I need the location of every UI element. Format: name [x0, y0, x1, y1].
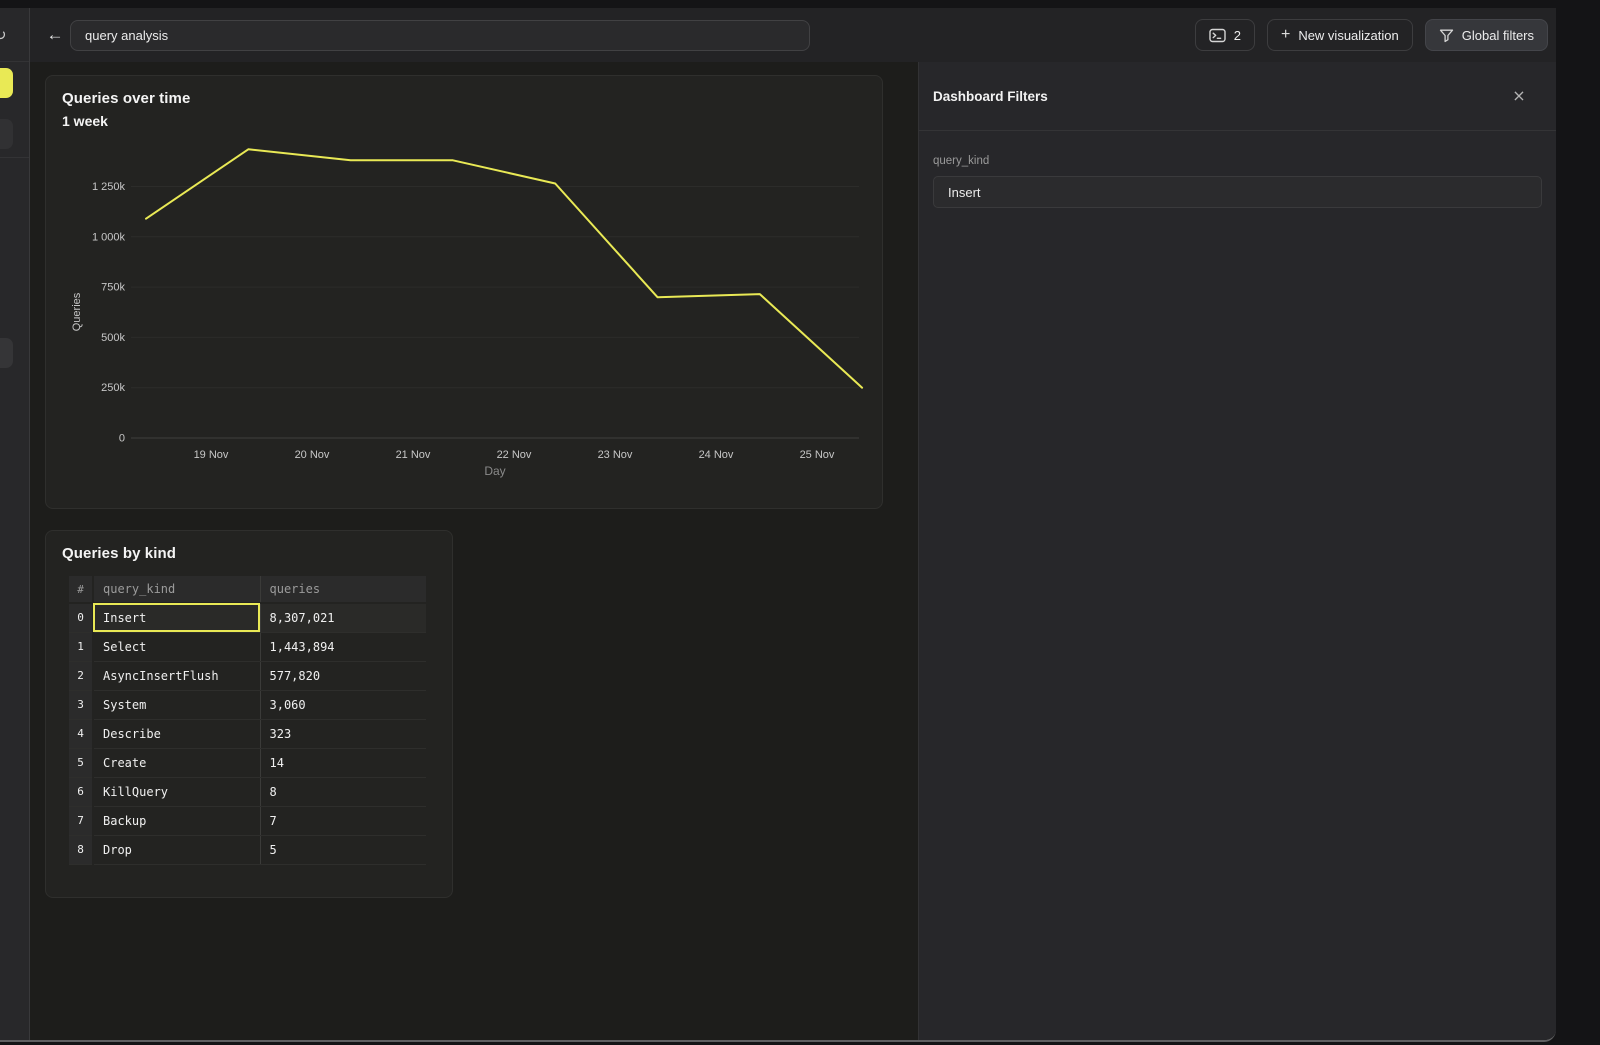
- refresh-icon[interactable]: ↻: [0, 26, 7, 44]
- new-visualization-label: New visualization: [1298, 28, 1398, 43]
- dashboard-canvas: Queries over time 1 week 0 250k 500k 750k 1 …: [30, 62, 918, 1040]
- svg-text:250k: 250k: [101, 382, 125, 394]
- table-row: 4Describe323: [69, 719, 426, 748]
- queries-over-time-chart: 0 250k 500k 750k 1 000k 1 250k 19 Nov 20 Nov 21 …: [62, 136, 868, 486]
- svg-text:20 Nov: 20 Nov: [295, 449, 330, 461]
- filters-panel-header: Dashboard Filters ×: [919, 62, 1556, 131]
- queries-value-cell[interactable]: 14: [260, 748, 426, 777]
- new-visualization-button[interactable]: + New visualization: [1267, 19, 1413, 51]
- console-count-button[interactable]: 2: [1195, 19, 1255, 51]
- queries-value-cell[interactable]: 323: [260, 719, 426, 748]
- sidebar-divider: [0, 157, 29, 158]
- app-window: ↻ ← 2: [0, 8, 1556, 1042]
- svg-text:Queries: Queries: [71, 292, 83, 331]
- queries-value-cell[interactable]: 5: [260, 835, 426, 864]
- topbar-actions: 2 + New visualization Global filters: [1195, 19, 1548, 51]
- svg-text:Day: Day: [484, 464, 505, 478]
- svg-text:19 Nov: 19 Nov: [194, 449, 229, 461]
- svg-text:23 Nov: 23 Nov: [598, 449, 633, 461]
- row-index-cell: 3: [69, 690, 93, 719]
- table-row: 7Backup7: [69, 806, 426, 835]
- table-row: 6KillQuery8: [69, 777, 426, 806]
- row-index-cell: 0: [69, 603, 93, 632]
- query-kind-cell[interactable]: Select: [93, 632, 260, 661]
- queries-table-body: 0Insert8,307,0211Select1,443,8942AsyncIn…: [69, 603, 426, 864]
- queries-value-cell[interactable]: 8,307,021: [260, 603, 426, 632]
- svg-text:750k: 750k: [101, 282, 125, 294]
- sidebar-item[interactable]: [0, 338, 13, 368]
- queries-value-cell[interactable]: 3,060: [260, 690, 426, 719]
- filters-panel-body: query_kind: [919, 131, 1556, 208]
- row-index-cell: 5: [69, 748, 93, 777]
- queries-by-kind-card[interactable]: Queries by kind # query_kind queries 0In: [45, 530, 453, 898]
- svg-text:21 Nov: 21 Nov: [396, 449, 431, 461]
- table-row: 8Drop5: [69, 835, 426, 864]
- dashboard-filters-panel: Dashboard Filters × query_kind: [918, 62, 1556, 1040]
- query-kind-cell[interactable]: KillQuery: [93, 777, 260, 806]
- table-row: 1Select1,443,894: [69, 632, 426, 661]
- sidebar-item[interactable]: [0, 119, 13, 149]
- row-index-cell: 7: [69, 806, 93, 835]
- plus-icon: +: [1281, 27, 1290, 43]
- query-kind-cell[interactable]: Describe: [93, 719, 260, 748]
- query-kind-cell[interactable]: Create: [93, 748, 260, 777]
- queries-value-cell[interactable]: 577,820: [260, 661, 426, 690]
- sidebar: ↻: [0, 8, 30, 1040]
- table-row: 0Insert8,307,021: [69, 603, 426, 632]
- query-kind-cell[interactable]: Drop: [93, 835, 260, 864]
- chart-subtitle: 1 week: [62, 113, 882, 129]
- table-title: Queries by kind: [62, 545, 452, 562]
- queries-by-kind-table: # query_kind queries 0Insert8,307,0211Se…: [69, 576, 426, 865]
- query-kind-cell[interactable]: Backup: [93, 806, 260, 835]
- svg-text:1 000k: 1 000k: [92, 231, 126, 243]
- table-row: 3System3,060: [69, 690, 426, 719]
- header-query-kind[interactable]: query_kind: [93, 576, 260, 603]
- topbar: ← 2 + New visualization: [30, 8, 1556, 62]
- row-index-cell: 8: [69, 835, 93, 864]
- row-index-cell: 6: [69, 777, 93, 806]
- filter-funnel-icon: [1439, 28, 1454, 43]
- table-header-row: # query_kind queries: [69, 576, 426, 603]
- row-index-cell: 2: [69, 661, 93, 690]
- console-icon: [1209, 28, 1226, 43]
- screen-background: ↻ ← 2: [0, 0, 1600, 1045]
- queries-over-time-card[interactable]: Queries over time 1 week 0 250k 500k 750k 1 …: [45, 75, 883, 509]
- query-kind-cell[interactable]: System: [93, 690, 260, 719]
- chart-title: Queries over time: [62, 90, 882, 107]
- svg-text:24 Nov: 24 Nov: [699, 449, 734, 461]
- header-index: #: [69, 576, 93, 603]
- main-column: ← 2 + New visualization: [30, 8, 1556, 1040]
- table-row: 2AsyncInsertFlush577,820: [69, 661, 426, 690]
- svg-text:1 250k: 1 250k: [92, 181, 126, 193]
- queries-value-cell[interactable]: 1,443,894: [260, 632, 426, 661]
- console-count: 2: [1234, 28, 1241, 43]
- global-filters-button[interactable]: Global filters: [1425, 19, 1548, 51]
- svg-text:25 Nov: 25 Nov: [800, 449, 835, 461]
- query-kind-filter-input[interactable]: [933, 176, 1542, 208]
- row-index-cell: 1: [69, 632, 93, 661]
- close-icon[interactable]: ×: [1508, 85, 1530, 107]
- back-button[interactable]: ←: [40, 25, 70, 45]
- global-filters-label: Global filters: [1462, 28, 1534, 43]
- query-kind-cell[interactable]: Insert: [93, 603, 260, 632]
- sidebar-top: ↻: [0, 8, 29, 62]
- table-row: 5Create14: [69, 748, 426, 777]
- svg-text:22 Nov: 22 Nov: [497, 449, 532, 461]
- body-row: Queries over time 1 week 0 250k 500k 750k 1 …: [30, 62, 1556, 1040]
- sidebar-item-active[interactable]: [0, 68, 13, 98]
- filter-field-label: query_kind: [933, 155, 1542, 167]
- svg-text:0: 0: [119, 433, 125, 445]
- queries-value-cell[interactable]: 8: [260, 777, 426, 806]
- svg-text:500k: 500k: [101, 332, 125, 344]
- dashboard-title-input[interactable]: [70, 20, 810, 51]
- filters-panel-title: Dashboard Filters: [933, 89, 1048, 104]
- query-kind-cell[interactable]: AsyncInsertFlush: [93, 661, 260, 690]
- queries-value-cell[interactable]: 7: [260, 806, 426, 835]
- header-queries[interactable]: queries: [260, 576, 426, 603]
- row-index-cell: 4: [69, 719, 93, 748]
